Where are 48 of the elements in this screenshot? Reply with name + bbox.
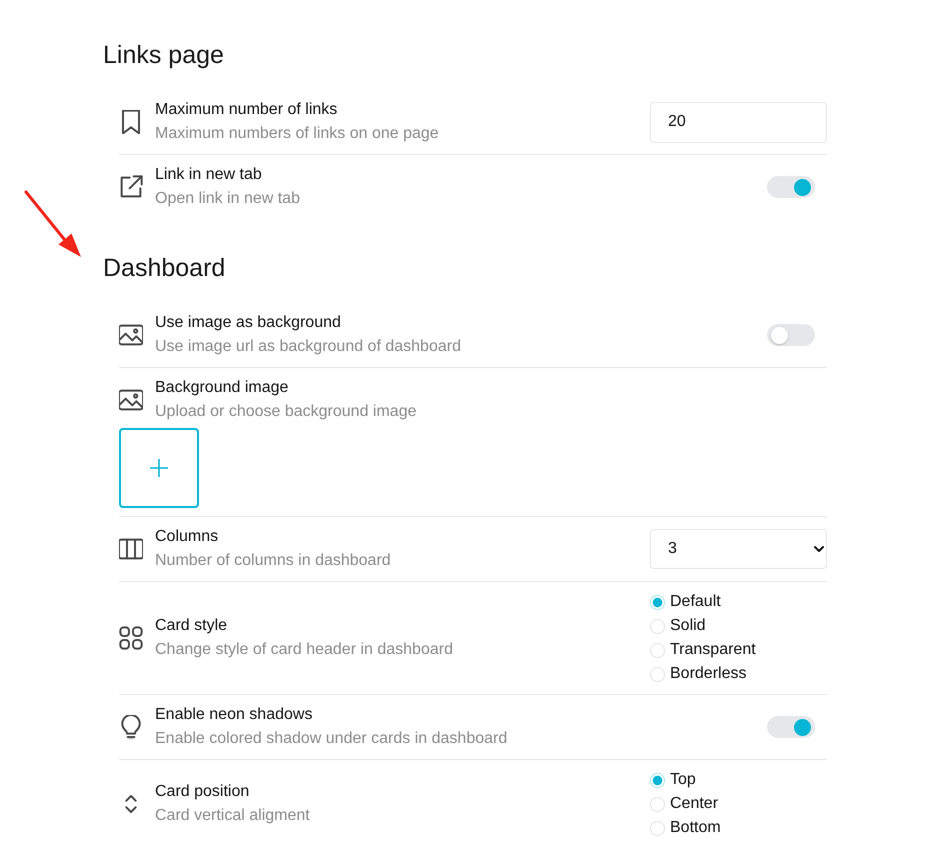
image-icon — [119, 388, 143, 412]
lightbulb-icon — [119, 715, 143, 739]
radio-button[interactable] — [650, 618, 665, 634]
setting-description: Card vertical aligment — [155, 806, 310, 826]
radio-button[interactable] — [650, 594, 665, 610]
bookmark-icon — [119, 110, 143, 134]
setting-title: Background image — [155, 378, 290, 398]
setting-title: Link in new tab — [155, 165, 263, 185]
setting-description: Use image url as background of dashboard — [155, 337, 461, 357]
upload-button[interactable] — [119, 428, 199, 508]
grid-icon — [119, 626, 143, 650]
setting-title: Maximum number of links — [155, 100, 338, 120]
toggle-switch[interactable] — [767, 176, 815, 198]
setting-description: Open link in new tab — [155, 189, 300, 209]
setting-description: Enable colored shadow under cards in dashboard — [155, 729, 508, 749]
setting-title: Use image as background — [155, 313, 342, 333]
radio-button[interactable] — [650, 642, 665, 658]
radio-label[interactable]: Default — [670, 590, 721, 614]
radio-label[interactable]: Borderless — [670, 662, 746, 686]
radio-label[interactable]: Solid — [670, 614, 706, 638]
setting-description: Number of columns in dashboard — [155, 551, 391, 571]
number-field[interactable]: 20 — [650, 102, 827, 142]
toggle-switch[interactable] — [767, 324, 815, 346]
columns-icon — [119, 537, 143, 561]
radio-label[interactable]: Top — [670, 768, 696, 792]
section-heading: Dashboard — [103, 253, 226, 284]
caret-icon — [814, 544, 824, 554]
setting-description: Maximum numbers of links on one page — [155, 124, 439, 144]
radio-button[interactable] — [650, 772, 665, 788]
radio-button[interactable] — [650, 820, 665, 836]
setting-description: Change style of card header in dashboard — [155, 640, 453, 660]
setting-title: Card position — [155, 782, 250, 802]
radio-label[interactable]: Bottom — [670, 816, 721, 840]
toggle-switch[interactable] — [767, 716, 815, 738]
radio-button[interactable] — [650, 666, 665, 682]
radio-label[interactable]: Transparent — [670, 638, 756, 662]
section-heading: Links page — [103, 40, 225, 71]
select-field[interactable]: 3 — [650, 529, 827, 569]
annotation-arrow — [24, 190, 81, 257]
setting-title: Enable neon shadows — [155, 705, 314, 725]
radio-label[interactable]: Center — [670, 792, 718, 816]
setting-description: Upload or choose background image — [155, 402, 416, 422]
radio-button[interactable] — [650, 796, 665, 812]
setting-title: Card style — [155, 616, 228, 636]
external-link-icon — [119, 175, 143, 199]
plus-icon — [149, 458, 169, 478]
setting-title: Columns — [155, 527, 220, 547]
image-icon — [119, 323, 143, 347]
